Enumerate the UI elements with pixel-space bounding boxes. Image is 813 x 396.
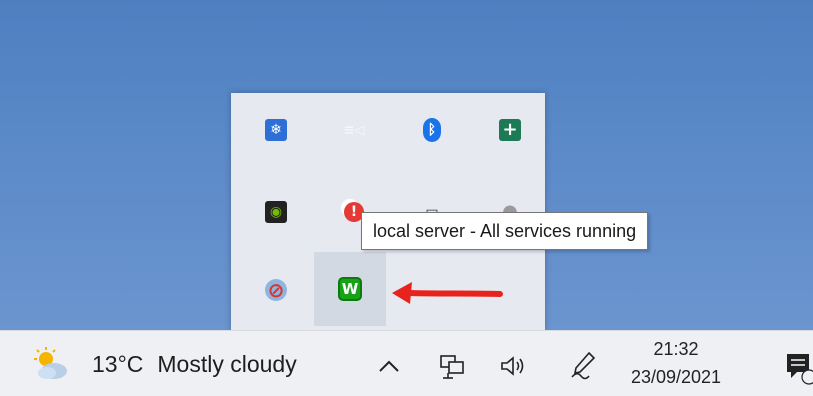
action-center-button[interactable] [783,351,813,385]
volume-button[interactable] [493,349,533,383]
tray-slot-bluetooth[interactable]: ᛒ [398,96,466,164]
clock-date: 23/09/2021 [630,367,722,387]
wamp-server-icon[interactable]: W [338,277,362,301]
network-button[interactable] [432,349,472,383]
notification-icon [787,354,813,385]
tray-slot-wamp-server[interactable]: W [314,252,386,326]
bluetooth-icon[interactable]: ᛒ [423,118,441,142]
snowflake-app-icon[interactable]: ❄ [265,119,287,141]
tooltip-text: local server - All services running [373,220,637,241]
tray-slot-snowflake[interactable]: ❄ [242,96,310,164]
taskbar: 13°C Mostly cloudy 21:32 23/09/2021 [0,330,813,396]
tray-slot-blocked-app[interactable]: ⊘ [242,256,310,324]
tray-slot-nvidia[interactable]: ◉ [242,178,310,246]
network-icon [440,355,464,379]
weather-condition: Mostly cloudy [157,350,297,377]
pen-icon [571,351,596,380]
clock-time: 21:32 [653,339,699,359]
blocked-app-icon[interactable]: ⊘ [265,279,287,301]
tooltip: local server - All services running [361,212,649,250]
red-arrow-annotation [392,282,503,304]
partly-cloudy-icon [34,347,67,379]
chevron-up-icon [379,360,399,372]
clock-button[interactable]: 21:32 23/09/2021 [626,335,726,391]
tray-slot-media[interactable]: ≡◁ [320,96,388,164]
pen-workspace-button[interactable] [563,347,603,383]
tray-slot-green-plus[interactable]: + [476,96,544,164]
show-hidden-icons-button[interactable] [373,351,405,381]
green-plus-icon[interactable]: + [499,119,521,141]
speaker-icon [501,356,524,376]
weather-temperature: 13°C [92,350,144,377]
media-cast-icon[interactable]: ≡◁ [339,119,369,141]
nvidia-icon[interactable]: ◉ [265,201,287,223]
weather-widget[interactable]: 13°C Mostly cloudy [30,347,297,381]
